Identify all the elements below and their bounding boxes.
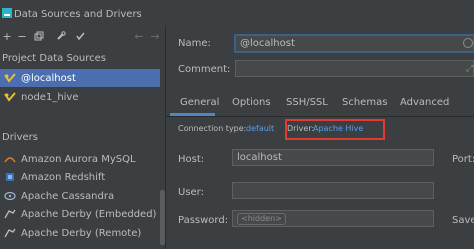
project-data-sources-title: Project Data Sources <box>2 53 107 64</box>
datagrip-app-icon <box>2 8 12 18</box>
settings-tabs: General Options SSH/SSL Schemas Advanced <box>166 94 474 117</box>
driver-item-apache-derby-remote[interactable]: Apache Derby (Remote) <box>0 224 160 242</box>
forward-icon[interactable]: → <box>149 30 161 43</box>
driver-label: Apache Cassandra <box>21 190 115 202</box>
password-input[interactable]: <hidden> <box>232 210 434 227</box>
port-label: Port: <box>452 154 474 165</box>
driver-label: Apache Derby (Remote) <box>21 227 142 239</box>
redshift-icon <box>3 171 17 183</box>
name-field-circle-icon[interactable] <box>463 38 473 48</box>
sidebar-item-node1-hive[interactable]: node1_hive <box>0 88 160 106</box>
hive-icon <box>3 72 17 84</box>
expand-icon[interactable]: ⤢ <box>466 64 473 74</box>
name-input[interactable]: @localhost <box>235 35 474 52</box>
sidebar-scrollbar[interactable] <box>160 190 165 245</box>
drivers-section-title: Drivers <box>2 132 38 143</box>
cassandra-icon <box>3 190 17 202</box>
connection-type-label: Connection type: <box>178 124 247 133</box>
tab-options[interactable]: Options <box>232 94 271 116</box>
connection-type-link[interactable]: default <box>246 124 274 133</box>
driver-label: Amazon Aurora MySQL <box>21 153 136 165</box>
sidebar-item-localhost[interactable]: @localhost <box>0 69 160 87</box>
plus-icon[interactable]: + <box>1 30 13 43</box>
title-bar: Data Sources and Drivers <box>0 0 474 26</box>
user-input[interactable] <box>232 182 434 199</box>
driver-highlight-box <box>285 119 385 140</box>
comment-input[interactable] <box>235 60 474 77</box>
driver-item-apache-derby-embedded[interactable]: Apache Derby (Embedded) <box>0 205 160 223</box>
driver-item-amazon-aurora-mysql[interactable]: Amazon Aurora MySQL <box>0 150 160 168</box>
save-label: Save <box>452 215 474 226</box>
aurora-icon <box>3 153 17 165</box>
tab-schemas[interactable]: Schemas <box>342 94 387 116</box>
copy-icon[interactable] <box>33 30 45 42</box>
tab-general[interactable]: General <box>170 94 219 116</box>
password-placeholder: <hidden> <box>237 213 286 225</box>
host-label: Host: <box>178 154 205 165</box>
name-label: Name: <box>178 38 211 49</box>
sidebar-toolbar: + − ← → <box>0 30 165 44</box>
minus-icon[interactable]: − <box>16 30 28 43</box>
password-label: Password: <box>178 215 229 226</box>
wrench-icon[interactable] <box>55 30 67 42</box>
driver-label: Apache Derby (Embedded) <box>21 208 157 220</box>
driver-item-apache-cassandra[interactable]: Apache Cassandra <box>0 187 160 205</box>
tab-ssh-ssl[interactable]: SSH/SSL <box>286 94 328 116</box>
host-input[interactable]: localhost <box>232 149 434 166</box>
derby-icon <box>3 227 17 239</box>
driver-item-amazon-redshift[interactable]: Amazon Redshift <box>0 168 160 186</box>
tab-advanced[interactable]: Advanced <box>400 94 449 116</box>
sidebar-item-label: @localhost <box>21 72 76 84</box>
sidebar-item-label: node1_hive <box>21 91 79 103</box>
window-title: Data Sources and Drivers <box>14 9 142 20</box>
hive-icon <box>3 91 17 103</box>
back-icon[interactable]: ← <box>133 30 145 43</box>
derby-icon <box>3 208 17 220</box>
driver-label: Amazon Redshift <box>21 171 106 183</box>
comment-label: Comment: <box>178 64 231 75</box>
import-icon[interactable] <box>74 30 86 42</box>
user-label: User: <box>178 187 204 198</box>
